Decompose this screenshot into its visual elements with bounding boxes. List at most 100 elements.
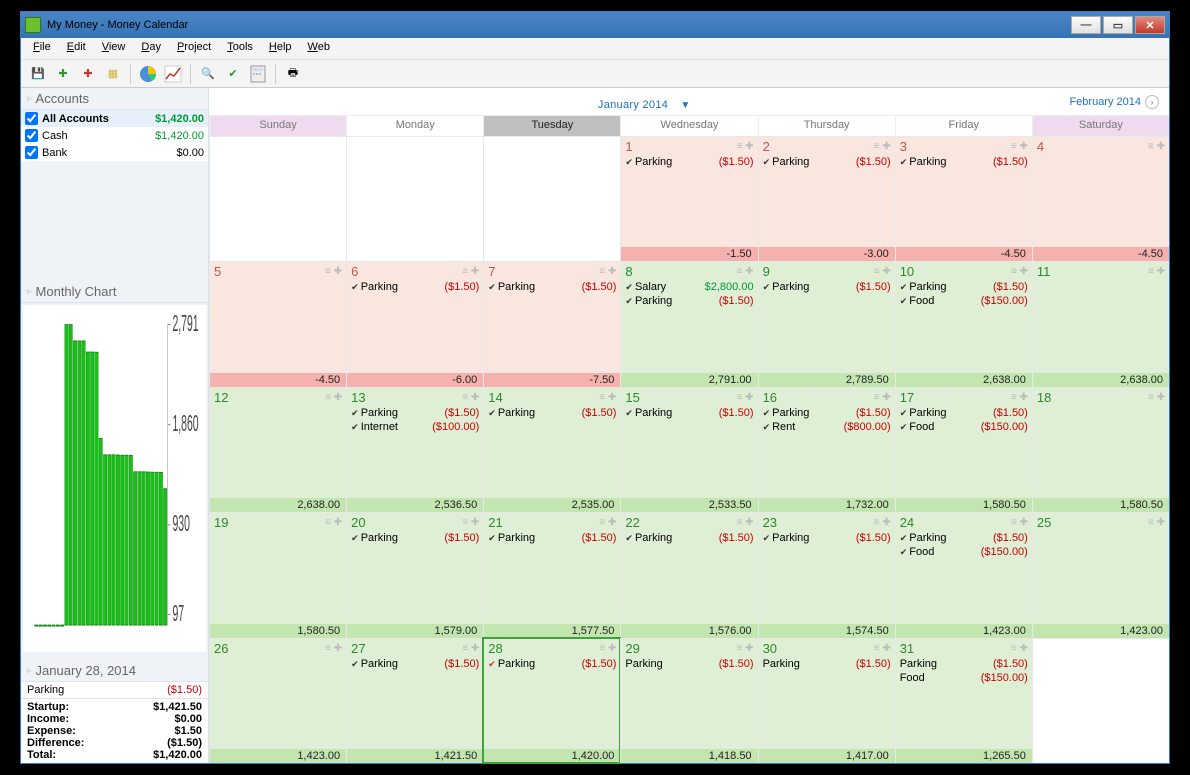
calendar-entry[interactable]: ✔Parking($1.50) bbox=[625, 294, 753, 308]
calendar-entry[interactable]: ✔Internet($100.00) bbox=[351, 420, 479, 434]
day-cell[interactable]: 15≡ ✚✔Parking($1.50)2,533.50 bbox=[620, 387, 757, 512]
day-cell[interactable]: 30≡ ✚Parking($1.50)1,417.00 bbox=[758, 638, 895, 763]
day-cell-icons[interactable]: ≡ ✚ bbox=[737, 392, 754, 403]
calendar-entry[interactable]: ✔Parking($1.50) bbox=[763, 280, 891, 294]
calendar-entry[interactable]: ✔Parking($1.50) bbox=[351, 280, 479, 294]
monthly-chart-header[interactable]: Monthly Chart bbox=[21, 281, 208, 303]
day-cell[interactable]: 28≡ ✚✔Parking($1.50)1,420.00 bbox=[483, 638, 620, 763]
maximize-button[interactable]: ▭ bbox=[1103, 16, 1133, 34]
calendar-entry[interactable]: ✔Food($150.00) bbox=[900, 420, 1028, 434]
day-cell-icons[interactable]: ≡ ✚ bbox=[874, 643, 891, 654]
day-cell-icons[interactable]: ≡ ✚ bbox=[1148, 517, 1165, 528]
day-cell[interactable]: 12≡ ✚2,638.00 bbox=[209, 387, 346, 512]
pie-chart-icon[interactable] bbox=[137, 63, 159, 85]
calendar-entry[interactable]: ✔Parking($1.50) bbox=[900, 280, 1028, 294]
day-cell[interactable]: 8≡ ✚✔Salary$2,800.00✔Parking($1.50)2,791… bbox=[620, 261, 757, 386]
titlebar[interactable]: My Money - Money Calendar — ▭ ✕ bbox=[21, 12, 1169, 38]
day-cell-icons[interactable]: ≡ ✚ bbox=[874, 392, 891, 403]
search-icon[interactable]: 🔍 bbox=[197, 63, 219, 85]
day-cell[interactable]: 26≡ ✚1,423.00 bbox=[209, 638, 346, 763]
calendar-entry[interactable]: ✔Parking($1.50) bbox=[625, 155, 753, 169]
day-cell[interactable] bbox=[209, 136, 346, 261]
calendar-entry[interactable]: ✔Rent($800.00) bbox=[763, 420, 891, 434]
day-cell[interactable] bbox=[483, 136, 620, 261]
day-cell-icons[interactable]: ≡ ✚ bbox=[1011, 266, 1028, 277]
print-icon[interactable]: 🖶 bbox=[282, 63, 304, 85]
day-cell[interactable]: 9≡ ✚✔Parking($1.50)2,789.50 bbox=[758, 261, 895, 386]
day-cell[interactable]: 18≡ ✚1,580.50 bbox=[1032, 387, 1169, 512]
calendar-entry[interactable]: Food($150.00) bbox=[900, 671, 1028, 685]
day-cell-icons[interactable]: ≡ ✚ bbox=[599, 392, 616, 403]
day-cell-icons[interactable]: ≡ ✚ bbox=[737, 266, 754, 277]
accounts-header[interactable]: Accounts bbox=[21, 88, 208, 110]
day-cell[interactable]: 5≡ ✚-4.50 bbox=[209, 261, 346, 386]
day-cell[interactable]: 20≡ ✚✔Parking($1.50)1,579.00 bbox=[346, 512, 483, 637]
day-cell[interactable]: 6≡ ✚✔Parking($1.50)-6.00 bbox=[346, 261, 483, 386]
day-cell[interactable]: 14≡ ✚✔Parking($1.50)2,535.00 bbox=[483, 387, 620, 512]
check-icon[interactable]: ✔ bbox=[222, 63, 244, 85]
day-cell[interactable]: 29≡ ✚Parking($1.50)1,418.50 bbox=[620, 638, 757, 763]
calendar-entry[interactable]: ✔Parking($1.50) bbox=[763, 155, 891, 169]
day-cell[interactable]: 16≡ ✚✔Parking($1.50)✔Rent($800.00)1,732.… bbox=[758, 387, 895, 512]
day-cell[interactable]: 4≡ ✚-4.50 bbox=[1032, 136, 1169, 261]
calendar-entry[interactable]: ✔Food($150.00) bbox=[900, 545, 1028, 559]
calendar-entry[interactable]: ✔Parking($1.50) bbox=[351, 531, 479, 545]
calendar-entry[interactable]: ✔Parking($1.50) bbox=[488, 657, 616, 671]
day-cell[interactable]: 25≡ ✚1,423.00 bbox=[1032, 512, 1169, 637]
menu-day[interactable]: Day bbox=[133, 38, 169, 59]
calendar-title[interactable]: January 2014 ▼ bbox=[219, 90, 1069, 114]
day-cell-icons[interactable]: ≡ ✚ bbox=[1011, 141, 1028, 152]
day-cell[interactable]: 10≡ ✚✔Parking($1.50)✔Food($150.00)2,638.… bbox=[895, 261, 1032, 386]
add-green-icon[interactable]: ✚ bbox=[52, 63, 74, 85]
day-cell-icons[interactable]: ≡ ✚ bbox=[1011, 643, 1028, 654]
account-checkbox[interactable] bbox=[25, 129, 38, 142]
account-row[interactable]: Cash$1,420.00 bbox=[21, 127, 208, 144]
calendar-entry[interactable]: ✔Parking($1.50) bbox=[351, 657, 479, 671]
add-red-icon[interactable]: ✚ bbox=[77, 63, 99, 85]
day-cell[interactable]: 24≡ ✚✔Parking($1.50)✔Food($150.00)1,423.… bbox=[895, 512, 1032, 637]
calendar-entry[interactable]: ✔Parking($1.50) bbox=[488, 406, 616, 420]
day-cell[interactable]: 3≡ ✚✔Parking($1.50)-4.50 bbox=[895, 136, 1032, 261]
day-cell[interactable] bbox=[1032, 638, 1169, 763]
calendar-entry[interactable]: ✔Parking($1.50) bbox=[625, 531, 753, 545]
calendar-entry[interactable]: ✔Parking($1.50) bbox=[625, 406, 753, 420]
day-cell-icons[interactable]: ≡ ✚ bbox=[462, 266, 479, 277]
save-icon[interactable]: 💾 bbox=[27, 63, 49, 85]
calendar-entry[interactable]: ✔Parking($1.50) bbox=[351, 406, 479, 420]
account-checkbox[interactable] bbox=[25, 146, 38, 159]
day-cell[interactable]: 19≡ ✚1,580.50 bbox=[209, 512, 346, 637]
calendar-entry[interactable]: ✔Parking($1.50) bbox=[488, 280, 616, 294]
day-cell-icons[interactable]: ≡ ✚ bbox=[325, 392, 342, 403]
day-cell-icons[interactable]: ≡ ✚ bbox=[874, 266, 891, 277]
day-cell-icons[interactable]: ≡ ✚ bbox=[599, 643, 616, 654]
calendar-entry[interactable]: Parking($1.50) bbox=[900, 657, 1028, 671]
calendar-entry[interactable]: ✔Parking($1.50) bbox=[900, 155, 1028, 169]
menu-file[interactable]: File bbox=[25, 38, 59, 59]
day-cell[interactable]: 11≡ ✚2,638.00 bbox=[1032, 261, 1169, 386]
menu-web[interactable]: Web bbox=[300, 38, 338, 59]
day-cell[interactable]: 2≡ ✚✔Parking($1.50)-3.00 bbox=[758, 136, 895, 261]
day-cell-icons[interactable]: ≡ ✚ bbox=[462, 517, 479, 528]
next-month-link[interactable]: February 2014 › bbox=[1069, 95, 1159, 109]
menu-view[interactable]: View bbox=[94, 38, 134, 59]
day-cell-icons[interactable]: ≡ ✚ bbox=[325, 517, 342, 528]
account-row[interactable]: Bank$0.00 bbox=[21, 144, 208, 161]
day-cell-icons[interactable]: ≡ ✚ bbox=[1148, 266, 1165, 277]
day-cell-icons[interactable]: ≡ ✚ bbox=[874, 141, 891, 152]
line-chart-icon[interactable] bbox=[162, 63, 184, 85]
calendar-entry[interactable]: ✔Parking($1.50) bbox=[763, 406, 891, 420]
calendar-entry[interactable]: ✔Food($150.00) bbox=[900, 294, 1028, 308]
close-button[interactable]: ✕ bbox=[1135, 16, 1165, 34]
account-checkbox[interactable] bbox=[25, 112, 38, 125]
day-cell-icons[interactable]: ≡ ✚ bbox=[1011, 392, 1028, 403]
day-cell[interactable] bbox=[346, 136, 483, 261]
day-cell-icons[interactable]: ≡ ✚ bbox=[599, 517, 616, 528]
day-cell-icons[interactable]: ≡ ✚ bbox=[737, 141, 754, 152]
selected-date-header[interactable]: January 28, 2014 bbox=[21, 660, 208, 682]
chevron-down-icon[interactable]: ▼ bbox=[680, 100, 690, 111]
calendar-entry[interactable]: Parking($1.50) bbox=[763, 657, 891, 671]
day-cell-icons[interactable]: ≡ ✚ bbox=[1011, 517, 1028, 528]
menu-project[interactable]: Project bbox=[169, 38, 219, 59]
calendar-entry[interactable]: ✔Parking($1.50) bbox=[900, 406, 1028, 420]
day-cell-icons[interactable]: ≡ ✚ bbox=[325, 266, 342, 277]
